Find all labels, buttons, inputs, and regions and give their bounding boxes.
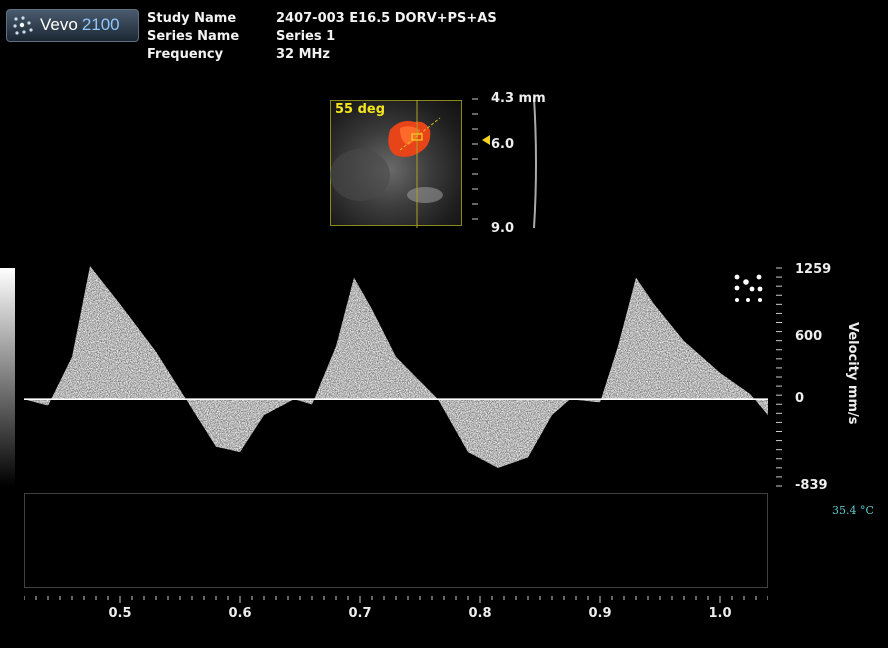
physiology-trace-panel xyxy=(24,493,768,588)
vevo-logo: Vevo 2100 xyxy=(6,9,139,42)
time-tick-label: 0.9 xyxy=(588,606,612,621)
color-doppler-overlay xyxy=(330,100,443,228)
time-axis xyxy=(24,596,768,603)
time-tick-label: 0.5 xyxy=(108,606,132,621)
temperature-readout: 35.4 °C xyxy=(832,504,874,517)
time-tick-label: 0.7 xyxy=(348,606,372,621)
depth-top-label: 4.3 mm xyxy=(491,91,546,106)
velocity-min-label: -839 xyxy=(795,478,828,493)
velocity-max-label: 1259 xyxy=(795,262,832,277)
vevo-logo-text: Vevo 2100 xyxy=(40,15,120,34)
doppler-spectrum[interactable] xyxy=(24,266,768,488)
series-name-value: Series 1 xyxy=(276,29,336,44)
time-tick-label: 0.8 xyxy=(468,606,492,621)
velocity-600-label: 600 xyxy=(795,329,823,344)
time-tick-label: 0.6 xyxy=(228,606,252,621)
frequency-value: 32 MHz xyxy=(276,47,330,62)
time-tick-label: 1.0 xyxy=(708,606,732,621)
focus-marker-icon xyxy=(482,135,490,145)
study-name-value: 2407-003 E16.5 DORV+PS+AS xyxy=(276,11,497,26)
spectral-doppler-icon xyxy=(734,274,763,302)
series-name-label: Series Name xyxy=(147,29,240,44)
velocity-scale xyxy=(776,267,782,487)
angle-label: 55 deg xyxy=(335,102,386,117)
frequency-label: Frequency xyxy=(147,47,224,62)
depth-mid-label: 6.0 xyxy=(491,137,515,152)
grayscale-bar xyxy=(0,268,15,486)
study-name-label: Study Name xyxy=(147,11,237,26)
velocity-axis-title: Velocity mm/s xyxy=(845,322,860,425)
velocity-zero-label: 0 xyxy=(795,391,805,406)
depth-bottom-label: 9.0 xyxy=(491,221,515,236)
tgc-curve xyxy=(533,97,537,229)
vevo-logo-icon xyxy=(13,16,33,35)
depth-scale xyxy=(472,97,537,229)
